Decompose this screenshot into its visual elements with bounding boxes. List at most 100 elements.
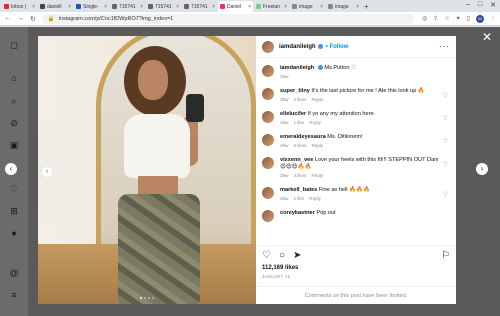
tab-close-icon[interactable]: × <box>248 4 251 10</box>
browser-tab[interactable]: 715741 × <box>110 1 145 12</box>
reply-button[interactable]: Reply <box>311 173 323 178</box>
comments-list[interactable]: iamdanileigh Ms.Putton ♡ 39w super_tiiny… <box>256 59 456 245</box>
tab-close-icon[interactable]: × <box>284 4 287 10</box>
likes-count[interactable]: 112,169 likes <box>262 265 298 271</box>
window-close-icon[interactable]: ✕ <box>490 1 496 9</box>
home-icon[interactable]: ⌂ <box>9 73 19 83</box>
browser-tab[interactable]: Single- × <box>74 1 109 12</box>
caption-time: 39w <box>280 74 289 79</box>
like-comment-icon[interactable]: ♡ <box>443 138 448 145</box>
tab-close-icon[interactable]: × <box>104 4 107 10</box>
tab-close-icon[interactable]: × <box>212 4 215 10</box>
more-options-icon[interactable]: ··· <box>439 42 450 51</box>
back-icon[interactable]: ← <box>4 15 11 22</box>
reply-button[interactable]: Reply <box>309 196 321 201</box>
instagram-logo-icon[interactable]: ◻ <box>9 40 19 50</box>
commenter-avatar[interactable] <box>262 111 274 123</box>
comment-username[interactable]: ellelucifer <box>280 111 306 117</box>
browser-tab[interactable]: Inbox (× <box>2 1 37 12</box>
comment-likes[interactable]: 4 likes <box>293 173 306 178</box>
browser-menu-icon[interactable]: ⋮ <box>490 15 496 22</box>
reload-icon[interactable]: ↻ <box>30 15 36 23</box>
caption-username[interactable]: iamdanileigh <box>280 65 314 71</box>
caption-text: Ms.Putton ♡ <box>324 65 357 71</box>
share-icon[interactable]: ⇪ <box>433 15 438 22</box>
save-bookmark-icon[interactable]: ⚐ <box>441 250 450 261</box>
comment-likes[interactable]: 1 like <box>293 120 304 125</box>
reels-icon[interactable]: ▣ <box>9 140 19 150</box>
browser-tab[interactable]: image × <box>290 1 325 12</box>
comment-icon[interactable]: ○ <box>279 250 285 261</box>
instagram-favicon-icon <box>220 4 225 9</box>
reply-button[interactable]: Reply <box>311 97 323 102</box>
tab-close-icon[interactable]: × <box>68 4 71 10</box>
comment-likes[interactable]: 5 likes <box>293 143 306 148</box>
like-comment-icon[interactable]: ♡ <box>443 191 448 198</box>
reply-button[interactable]: Reply <box>311 143 323 148</box>
next-post-button[interactable]: › <box>476 163 488 175</box>
threads-icon[interactable]: @ <box>9 268 19 278</box>
tab-close-icon[interactable]: × <box>356 4 359 10</box>
sidepanel-icon[interactable]: ▯ <box>467 15 470 22</box>
comment-username[interactable]: emeraldeyesaura <box>280 134 326 140</box>
comment-likes[interactable]: 1 like <box>293 196 304 201</box>
commenter-avatar[interactable] <box>262 134 274 146</box>
browser-tab-active[interactable]: Daniel × <box>218 1 253 12</box>
profile-icon[interactable]: ● <box>9 228 19 238</box>
maximize-icon[interactable]: □ <box>478 1 482 9</box>
author-username[interactable]: iamdanileigh <box>279 44 316 50</box>
search-icon[interactable]: ⌕ <box>9 96 19 106</box>
post-panel: iamdanileigh • Follow ··· iamdanileigh M… <box>256 36 456 304</box>
commenter-avatar[interactable] <box>262 210 274 222</box>
tab-close-icon[interactable]: × <box>176 4 179 10</box>
comment-username[interactable]: markell_bates <box>280 187 317 193</box>
tab-label: Daniel <box>227 3 242 10</box>
browser-tab[interactable]: Freelan × <box>254 1 289 12</box>
address-bar: ← → ↻ 🔒 instagram.com/p/Cnc1fDWpRO7?img_… <box>0 12 500 26</box>
bookmark-star-icon[interactable]: ☆ <box>444 15 449 22</box>
carousel-prev-icon[interactable]: ‹ <box>42 167 52 177</box>
comment-username[interactable]: vixxenn_vee <box>280 157 313 163</box>
tab-close-icon[interactable]: × <box>32 4 35 10</box>
author-avatar[interactable] <box>262 65 274 77</box>
new-tab-button[interactable]: + <box>364 1 369 12</box>
commenter-avatar[interactable] <box>262 157 274 169</box>
extensions-icon[interactable]: ✦ <box>456 15 461 22</box>
create-icon[interactable]: ⊞ <box>9 206 19 216</box>
post-image[interactable]: ‹ <box>38 36 256 304</box>
close-modal-icon[interactable]: ✕ <box>482 30 492 44</box>
forward-icon[interactable]: → <box>17 15 24 22</box>
tab-close-icon[interactable]: × <box>140 4 143 10</box>
like-icon[interactable]: ♡ <box>262 250 271 261</box>
prev-post-button[interactable]: ‹ <box>5 163 17 175</box>
comment-username[interactable]: coreykastner <box>280 210 315 216</box>
browser-tab[interactable]: 715741 × <box>182 1 217 12</box>
post-actions: ♡ ○ ➤ ⚐ <box>256 245 456 265</box>
like-comment-icon[interactable]: ♡ <box>443 92 448 99</box>
comment-likes[interactable]: 2 likes <box>293 97 306 102</box>
tab-label: daniell <box>47 3 62 10</box>
commenter-avatar[interactable] <box>262 88 274 100</box>
comment-username[interactable]: super_tiiny <box>280 88 310 94</box>
browser-tab[interactable]: daniell × <box>38 1 73 12</box>
browser-tab[interactable]: image × <box>326 1 361 12</box>
explore-icon[interactable]: ⊘ <box>9 118 19 128</box>
minimize-icon[interactable]: – <box>466 1 470 9</box>
share-post-icon[interactable]: ➤ <box>293 250 301 261</box>
comment-text: If yo any my attention here. <box>307 111 376 117</box>
browser-tab[interactable]: 715741 × <box>146 1 181 12</box>
commenter-avatar[interactable] <box>262 187 274 199</box>
google-lens-icon[interactable]: ◎ <box>422 15 427 22</box>
like-comment-icon[interactable]: ♡ <box>443 161 448 168</box>
profile-avatar[interactable]: M <box>476 14 484 23</box>
url-field[interactable]: 🔒 instagram.com/p/Cnc1fDWpRO7?img_index=… <box>41 13 414 24</box>
notifications-icon[interactable]: ♡ <box>9 184 19 194</box>
follow-button[interactable]: • Follow <box>326 44 349 50</box>
like-comment-icon[interactable]: ♡ <box>443 115 448 122</box>
tab-close-icon[interactable]: × <box>320 4 323 10</box>
follow-label: Follow <box>329 43 349 50</box>
more-menu-icon[interactable]: ≡ <box>9 290 19 300</box>
author-avatar[interactable] <box>262 40 274 53</box>
comment-text: It's the last picture for me ! Ate this … <box>311 88 425 94</box>
reply-button[interactable]: Reply <box>309 120 321 125</box>
